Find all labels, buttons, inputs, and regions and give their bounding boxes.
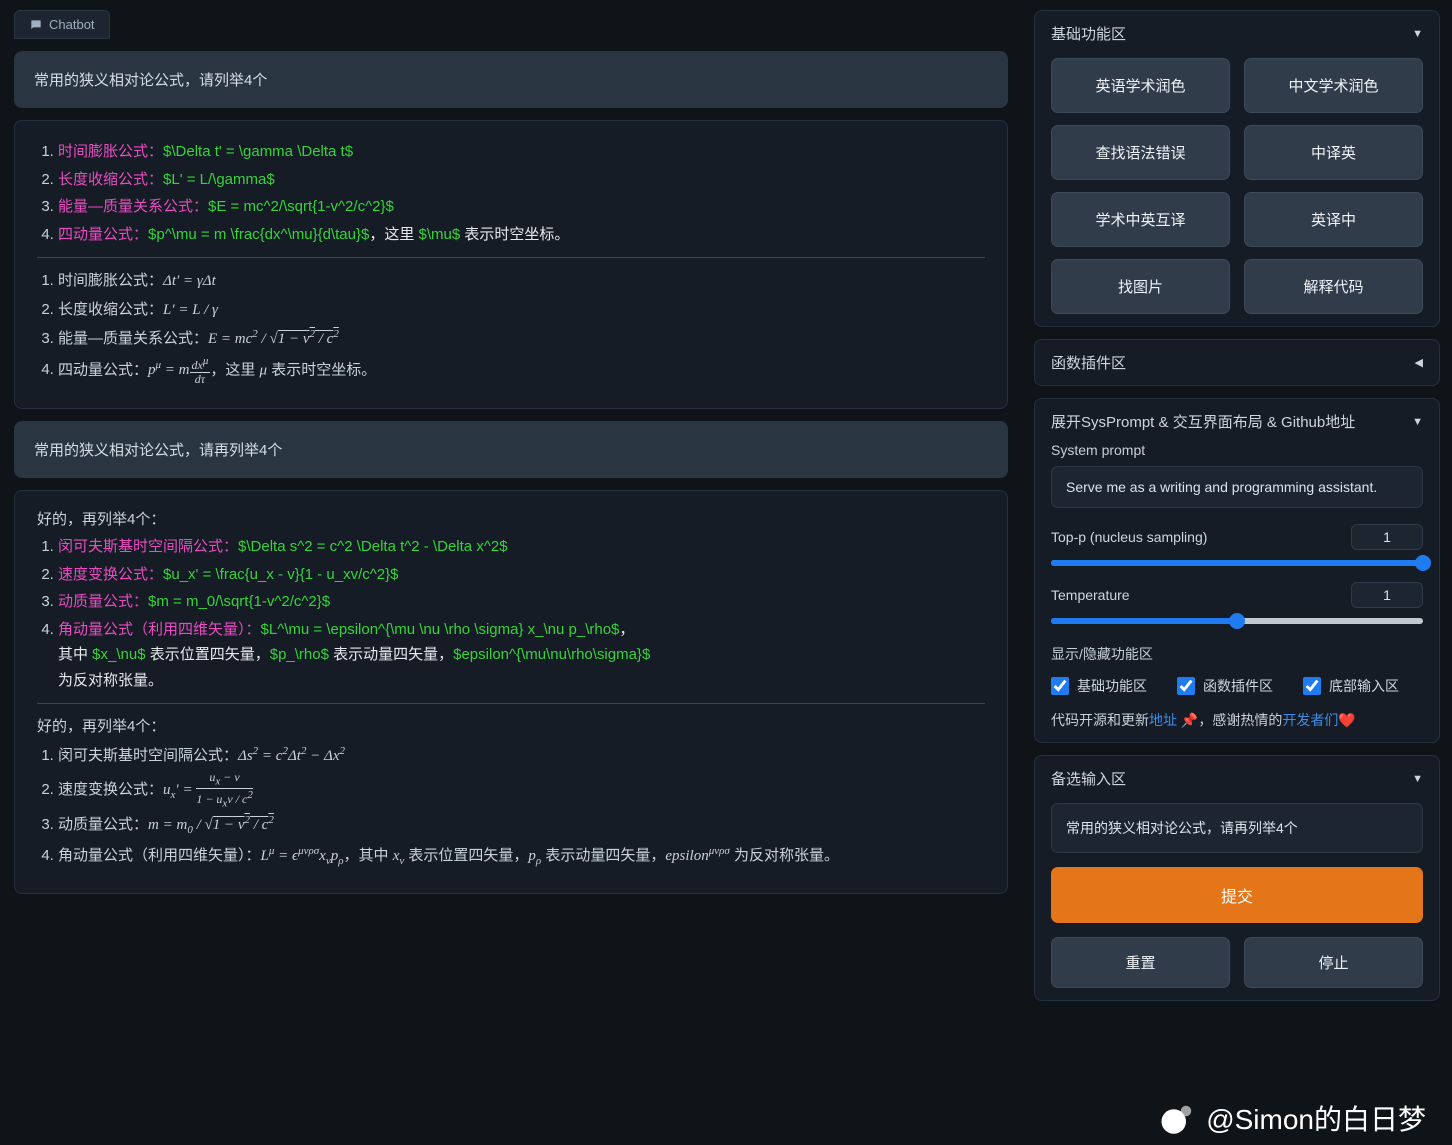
formula-item: 四动量公式：pμ = mdxμdτ，这里 μ 表示时空坐标。 <box>58 355 985 386</box>
intro-line-2: 好的，再列举4个： <box>37 714 985 740</box>
formula-raw-item: 动质量公式：$m = m_0/\sqrt{1-v^2/c^2}$ <box>58 589 985 615</box>
function-button-4[interactable]: 学术中英互译 <box>1051 192 1230 247</box>
formula-raw-item: 角动量公式（利用四维矢量）：$L^\mu = \epsilon^{\mu \nu… <box>58 617 985 694</box>
panel-header-plugin[interactable]: 函数插件区 ◀ <box>1051 352 1423 373</box>
checkbox-input[interactable] <box>1303 677 1321 695</box>
slider-thumb[interactable] <box>1415 555 1431 571</box>
chevron-left-icon: ◀ <box>1415 356 1423 369</box>
function-button-6[interactable]: 找图片 <box>1051 259 1230 314</box>
plugin-panel: 函数插件区 ◀ <box>1034 339 1440 386</box>
formula-item: 闵可夫斯基时空间隔公式：Δs2 = c2Δt2 − Δx2 <box>58 742 985 770</box>
panel-header-input[interactable]: 备选输入区 ▼ <box>1051 768 1423 789</box>
assistant-message-1: 时间膨胀公式：$\Delta t' = \gamma \Delta t$长度收缩… <box>14 120 1008 409</box>
topp-label: Top-p (nucleus sampling) <box>1051 529 1207 545</box>
temperature-slider[interactable] <box>1051 618 1423 624</box>
function-button-2[interactable]: 查找语法错误 <box>1051 125 1230 180</box>
divider <box>37 703 985 704</box>
slider-thumb[interactable] <box>1229 613 1245 629</box>
footer-line: 代码开源和更新地址 📌，感谢热情的开发者们❤️ <box>1051 710 1423 730</box>
formula-item: 动质量公式：m = m0 / √1 − v2 / c2 <box>58 811 985 840</box>
assistant-message-2: 好的，再列举4个： 闵可夫斯基时空间隔公式：$\Delta s^2 = c^2 … <box>14 490 1008 894</box>
checkbox-input[interactable] <box>1051 677 1069 695</box>
tab-chatbot[interactable]: Chatbot <box>14 10 110 39</box>
formula-item: 长度收缩公式：L′ = L / γ <box>58 297 985 324</box>
chevron-down-icon: ▼ <box>1412 28 1423 40</box>
intro-line: 好的，再列举4个： <box>37 507 985 533</box>
devs-link[interactable]: 开发者们 <box>1282 712 1338 728</box>
formula-raw-item: 时间膨胀公式：$\Delta t' = \gamma \Delta t$ <box>58 139 985 165</box>
toggle-section-title: 显示/隐藏功能区 <box>1051 644 1423 664</box>
temperature-value[interactable]: 1 <box>1351 582 1423 608</box>
basic-functions-panel: 基础功能区 ▼ 英语学术润色中文学术润色查找语法错误中译英学术中英互译英译中找图… <box>1034 10 1440 327</box>
system-prompt-input[interactable]: Serve me as a writing and programming as… <box>1051 466 1423 508</box>
user-message-1: 常用的狭义相对论公式，请列举4个 <box>14 51 1008 108</box>
chevron-down-icon: ▼ <box>1412 773 1423 785</box>
function-button-0[interactable]: 英语学术润色 <box>1051 58 1230 113</box>
chat-column: Chatbot 常用的狭义相对论公式，请列举4个 时间膨胀公式：$\Delta … <box>0 0 1022 1145</box>
chat-icon <box>29 18 43 32</box>
input-panel: 备选输入区 ▼ 常用的狭义相对论公式，请再列举4个 提交 重置 停止 <box>1034 755 1440 1001</box>
function-button-5[interactable]: 英译中 <box>1244 192 1423 247</box>
formula-item: 能量—质量关系公式：E = mc2 / √1 − v2 / c2 <box>58 325 985 353</box>
formula-raw-item: 闵可夫斯基时空间隔公式：$\Delta s^2 = c^2 \Delta t^2… <box>58 534 985 560</box>
topp-slider[interactable] <box>1051 560 1423 566</box>
formula-raw-item: 长度收缩公式：$L' = L/\gamma$ <box>58 167 985 193</box>
panel-header-sys[interactable]: 展开SysPrompt & 交互界面布局 & Github地址 ▼ <box>1051 411 1423 432</box>
panel-title: 备选输入区 <box>1051 768 1126 789</box>
visibility-checkbox-2[interactable]: 底部输入区 <box>1303 676 1399 696</box>
tab-bar: Chatbot <box>14 10 1008 39</box>
stop-button[interactable]: 停止 <box>1244 937 1423 988</box>
panel-title: 基础功能区 <box>1051 23 1126 44</box>
function-button-7[interactable]: 解释代码 <box>1244 259 1423 314</box>
formula-raw-item: 速度变换公式：$u_x' = \frac{u_x - v}{1 - u_xv/c… <box>58 562 985 588</box>
panel-title: 展开SysPrompt & 交互界面布局 & Github地址 <box>1051 411 1355 432</box>
visibility-checkbox-1[interactable]: 函数插件区 <box>1177 676 1273 696</box>
panel-title: 函数插件区 <box>1051 352 1126 373</box>
checkbox-input[interactable] <box>1177 677 1195 695</box>
function-button-3[interactable]: 中译英 <box>1244 125 1423 180</box>
reset-button[interactable]: 重置 <box>1051 937 1230 988</box>
submit-button[interactable]: 提交 <box>1051 867 1423 923</box>
formula-item: 时间膨胀公式：Δt′ = γΔt <box>58 268 985 295</box>
formula-item: 角动量公式（利用四维矢量）：Lμ = ϵμνρσxνpρ，其中 xν 表示位置四… <box>58 842 985 871</box>
sysprompt-panel: 展开SysPrompt & 交互界面布局 & Github地址 ▼ System… <box>1034 398 1440 743</box>
panel-header-basic[interactable]: 基础功能区 ▼ <box>1051 23 1423 44</box>
repo-link[interactable]: 地址 <box>1149 712 1177 728</box>
formula-raw-item: 能量—质量关系公式：$E = mc^2/\sqrt{1-v^2/c^2}$ <box>58 194 985 220</box>
function-button-1[interactable]: 中文学术润色 <box>1244 58 1423 113</box>
temperature-label: Temperature <box>1051 587 1130 603</box>
divider <box>37 257 985 258</box>
topp-value[interactable]: 1 <box>1351 524 1423 550</box>
formula-raw-item: 四动量公式：$p^\mu = m \frac{dx^\mu}{d\tau}$，这… <box>58 222 985 248</box>
chevron-down-icon: ▼ <box>1412 416 1423 428</box>
user-message-2: 常用的狭义相对论公式，请再列举4个 <box>14 421 1008 478</box>
formula-item: 速度变换公式：ux′ = ux − v1 − uxv / c2 <box>58 771 985 809</box>
visibility-checkbox-0[interactable]: 基础功能区 <box>1051 676 1147 696</box>
sidebar: 基础功能区 ▼ 英语学术润色中文学术润色查找语法错误中译英学术中英互译英译中找图… <box>1022 0 1452 1145</box>
system-prompt-label: System prompt <box>1051 442 1423 458</box>
prompt-input[interactable]: 常用的狭义相对论公式，请再列举4个 <box>1051 803 1423 853</box>
tab-label: Chatbot <box>49 17 95 32</box>
